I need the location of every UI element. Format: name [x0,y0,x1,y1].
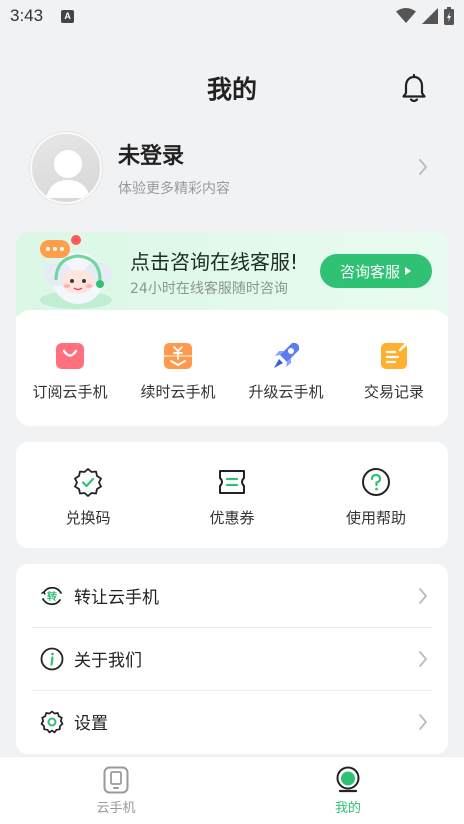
record-icon [381,342,408,369]
transaction-record-label: 交易记录 [363,383,424,401]
upgrade-phone-label: 升级云手机 [248,383,324,401]
profile-text: 未登录 体验更多精彩内容 [118,138,230,198]
redeem-code-button[interactable]: 兑换码 [16,442,160,548]
transfer-icon: 转 [41,586,62,605]
bottom-nav: 云手机 我的 [0,756,464,824]
signal-icon [422,8,438,24]
nav-tab-cloud-phone[interactable]: 云手机 [0,757,232,824]
battery-icon [444,7,454,25]
bell-icon[interactable] [400,74,428,104]
redeem-badge-icon [74,468,102,497]
coupon-icon [219,470,245,494]
help-icon [362,468,390,496]
status-time: 3:43 [10,6,44,25]
nav-label-mine: 我的 [334,801,361,816]
default-avatar-icon [46,150,90,198]
upgrade-phone-button[interactable]: 升级云手机 [232,310,340,426]
phone-icon [103,766,129,794]
mascot-icon [40,235,112,309]
transaction-record-button[interactable]: 交易记录 [340,310,448,426]
coupon-button[interactable]: 优惠券 [160,442,304,548]
redeem-code-label: 兑换码 [65,509,111,527]
nav-tab-mine[interactable]: 我的 [232,757,464,824]
page-title: 我的 [206,75,257,104]
avatar[interactable] [30,132,102,204]
chevron-right-icon [419,713,427,730]
renew-phone-button[interactable]: 续时云手机 [124,310,232,426]
play-arrow-icon [405,267,411,275]
banner-title: 点击咨询在线客服! [130,250,299,274]
renew-phone-label: 续时云手机 [140,383,216,401]
about-us-label: 关于我们 [74,651,142,671]
notification-icon: A [61,9,75,23]
menu-card: 转 转让云手机 关于我们 设置 [16,564,448,754]
chevron-right-icon [419,159,427,175]
chevron-right-icon [419,587,427,604]
status-indicators [396,7,454,25]
customer-service-banner[interactable]: 点击咨询在线客服! 24小时在线客服随时咨询 咨询客服 [16,232,448,316]
help-label: 使用帮助 [345,509,406,527]
menu-settings[interactable]: 设置 [16,690,448,753]
transfer-icon-glyph: 转 [47,590,57,603]
consult-button-label: 咨询客服 [339,262,400,281]
header: 我的 [0,60,464,116]
service-card: 点击咨询在线客服! 24小时在线客服随时咨询 咨询客服 订阅云手机 续时云手机 [16,232,448,426]
wifi-icon [396,8,416,23]
menu-about-us[interactable]: 关于我们 [16,627,448,690]
profile-icon [336,766,360,793]
info-icon [40,647,64,670]
service-grid: 订阅云手机 续时云手机 升级云手机 交易记录 [16,310,448,426]
menu-transfer-phone[interactable]: 转 转让云手机 [16,564,448,627]
profile-name: 未登录 [118,144,185,169]
consult-service-button[interactable]: 咨询客服 [320,254,432,288]
settings-icon [40,710,64,733]
banner-subtitle: 24小时在线客服随时咨询 [130,281,288,297]
profile-row[interactable]: 未登录 体验更多精彩内容 [16,128,448,208]
rocket-icon [274,342,300,368]
status-bar: 3:43 A [0,0,464,32]
coupon-label: 优惠券 [209,509,255,527]
transfer-phone-label: 转让云手机 [74,588,159,608]
shopping-bag-icon [56,343,84,369]
renew-icon [164,343,192,369]
tools-card: 兑换码 优惠券 使用帮助 [16,442,448,548]
settings-label: 设置 [74,714,108,734]
help-button[interactable]: 使用帮助 [304,442,448,548]
subscribe-phone-button[interactable]: 订阅云手机 [16,310,124,426]
chevron-right-icon [419,650,427,667]
profile-subtitle: 体验更多精彩内容 [118,181,230,197]
subscribe-phone-label: 订阅云手机 [32,383,108,401]
nav-label-cloud-phone: 云手机 [96,801,136,816]
